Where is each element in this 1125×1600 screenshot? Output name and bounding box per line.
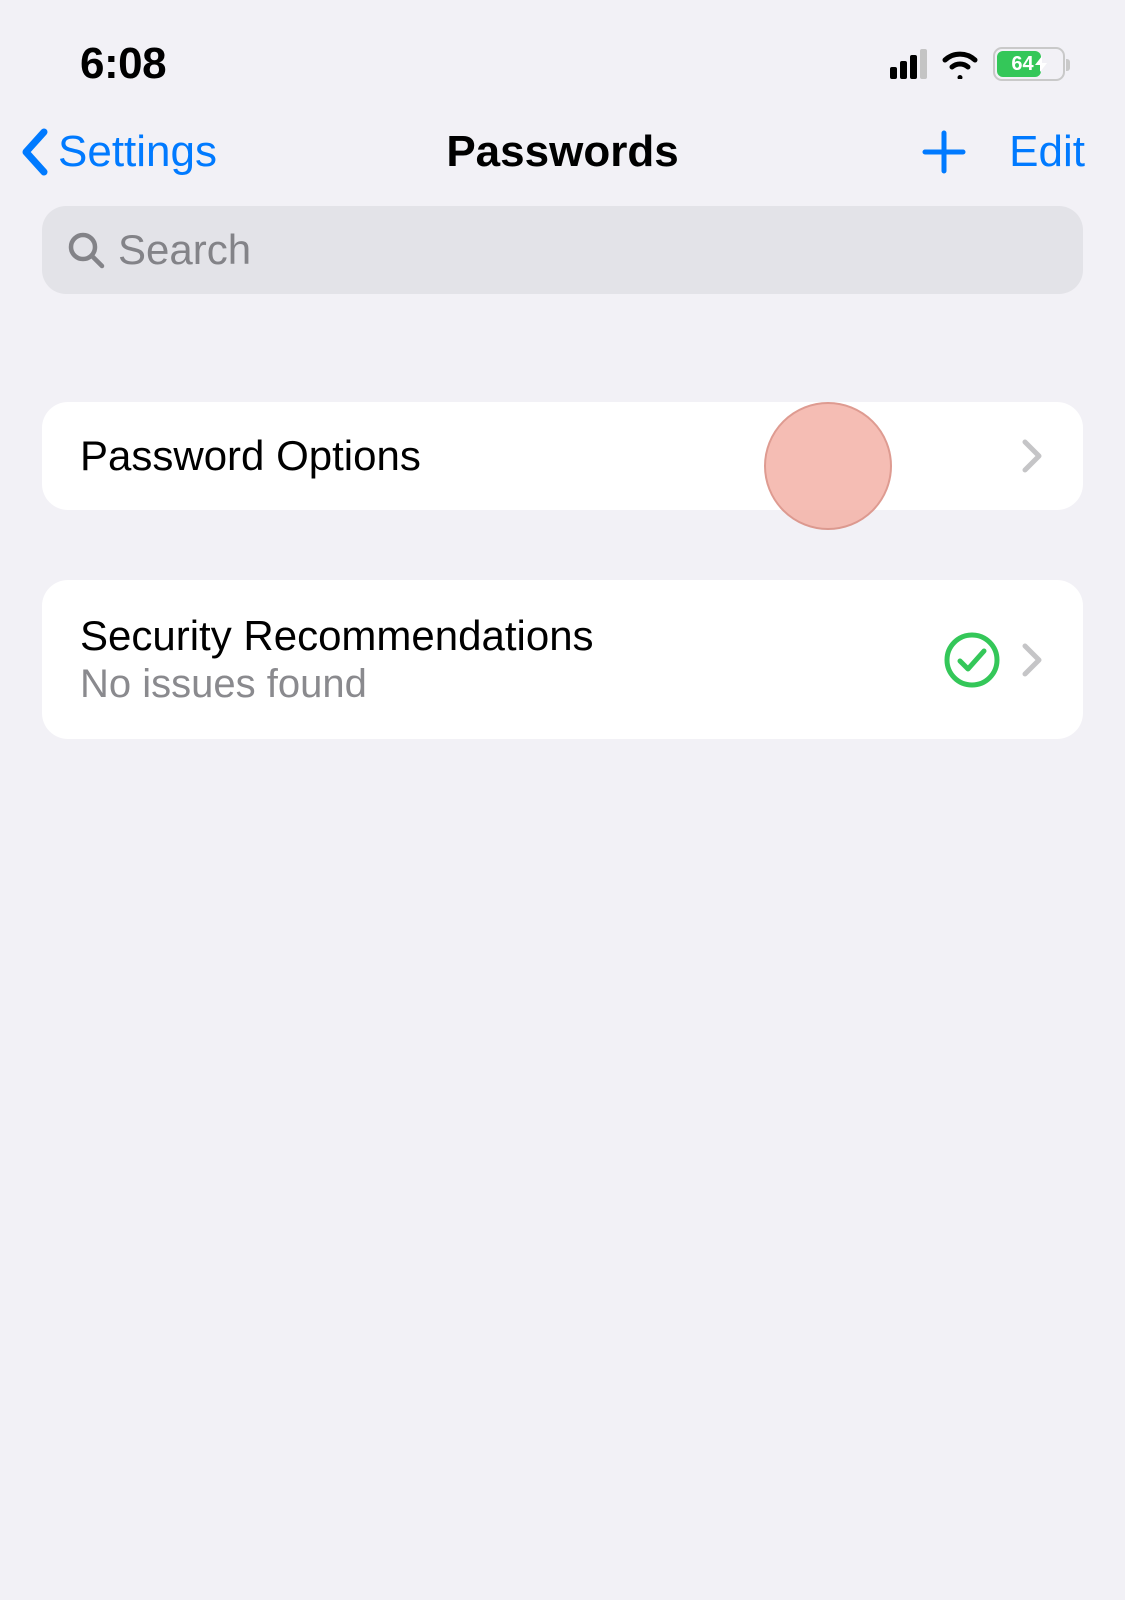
row-title: Password Options [80, 432, 1019, 480]
back-label: Settings [58, 127, 217, 177]
search-placeholder: Search [118, 226, 251, 274]
checkmark-circle-icon [943, 631, 1001, 689]
status-indicators: 64 [890, 47, 1065, 81]
nav-actions: Edit [921, 127, 1085, 177]
search-icon [66, 230, 106, 270]
charging-bolt-icon [1035, 56, 1047, 72]
chevron-left-icon [14, 126, 56, 178]
list-group-password-options: Password Options [42, 402, 1083, 510]
cellular-signal-icon [890, 49, 927, 79]
status-bar: 6:08 64 [0, 0, 1125, 100]
list-group-security: Security Recommendations No issues found [42, 580, 1083, 739]
row-title: Security Recommendations [80, 612, 943, 660]
wifi-icon [939, 49, 981, 79]
nav-bar: Settings Passwords Edit [0, 100, 1125, 198]
status-time: 6:08 [80, 39, 166, 89]
row-security-recommendations[interactable]: Security Recommendations No issues found [42, 580, 1083, 739]
battery-icon: 64 [993, 47, 1065, 81]
search-input[interactable]: Search [42, 206, 1083, 294]
row-detail: No issues found [80, 662, 943, 707]
battery-percent: 64 [1011, 53, 1033, 76]
plus-icon [921, 129, 967, 175]
chevron-right-icon [1019, 640, 1045, 680]
add-button[interactable] [921, 129, 967, 175]
edit-button[interactable]: Edit [1009, 127, 1085, 177]
page-title: Passwords [446, 127, 678, 177]
chevron-right-icon [1019, 436, 1045, 476]
back-button[interactable]: Settings [14, 126, 217, 178]
row-password-options[interactable]: Password Options [42, 402, 1083, 510]
